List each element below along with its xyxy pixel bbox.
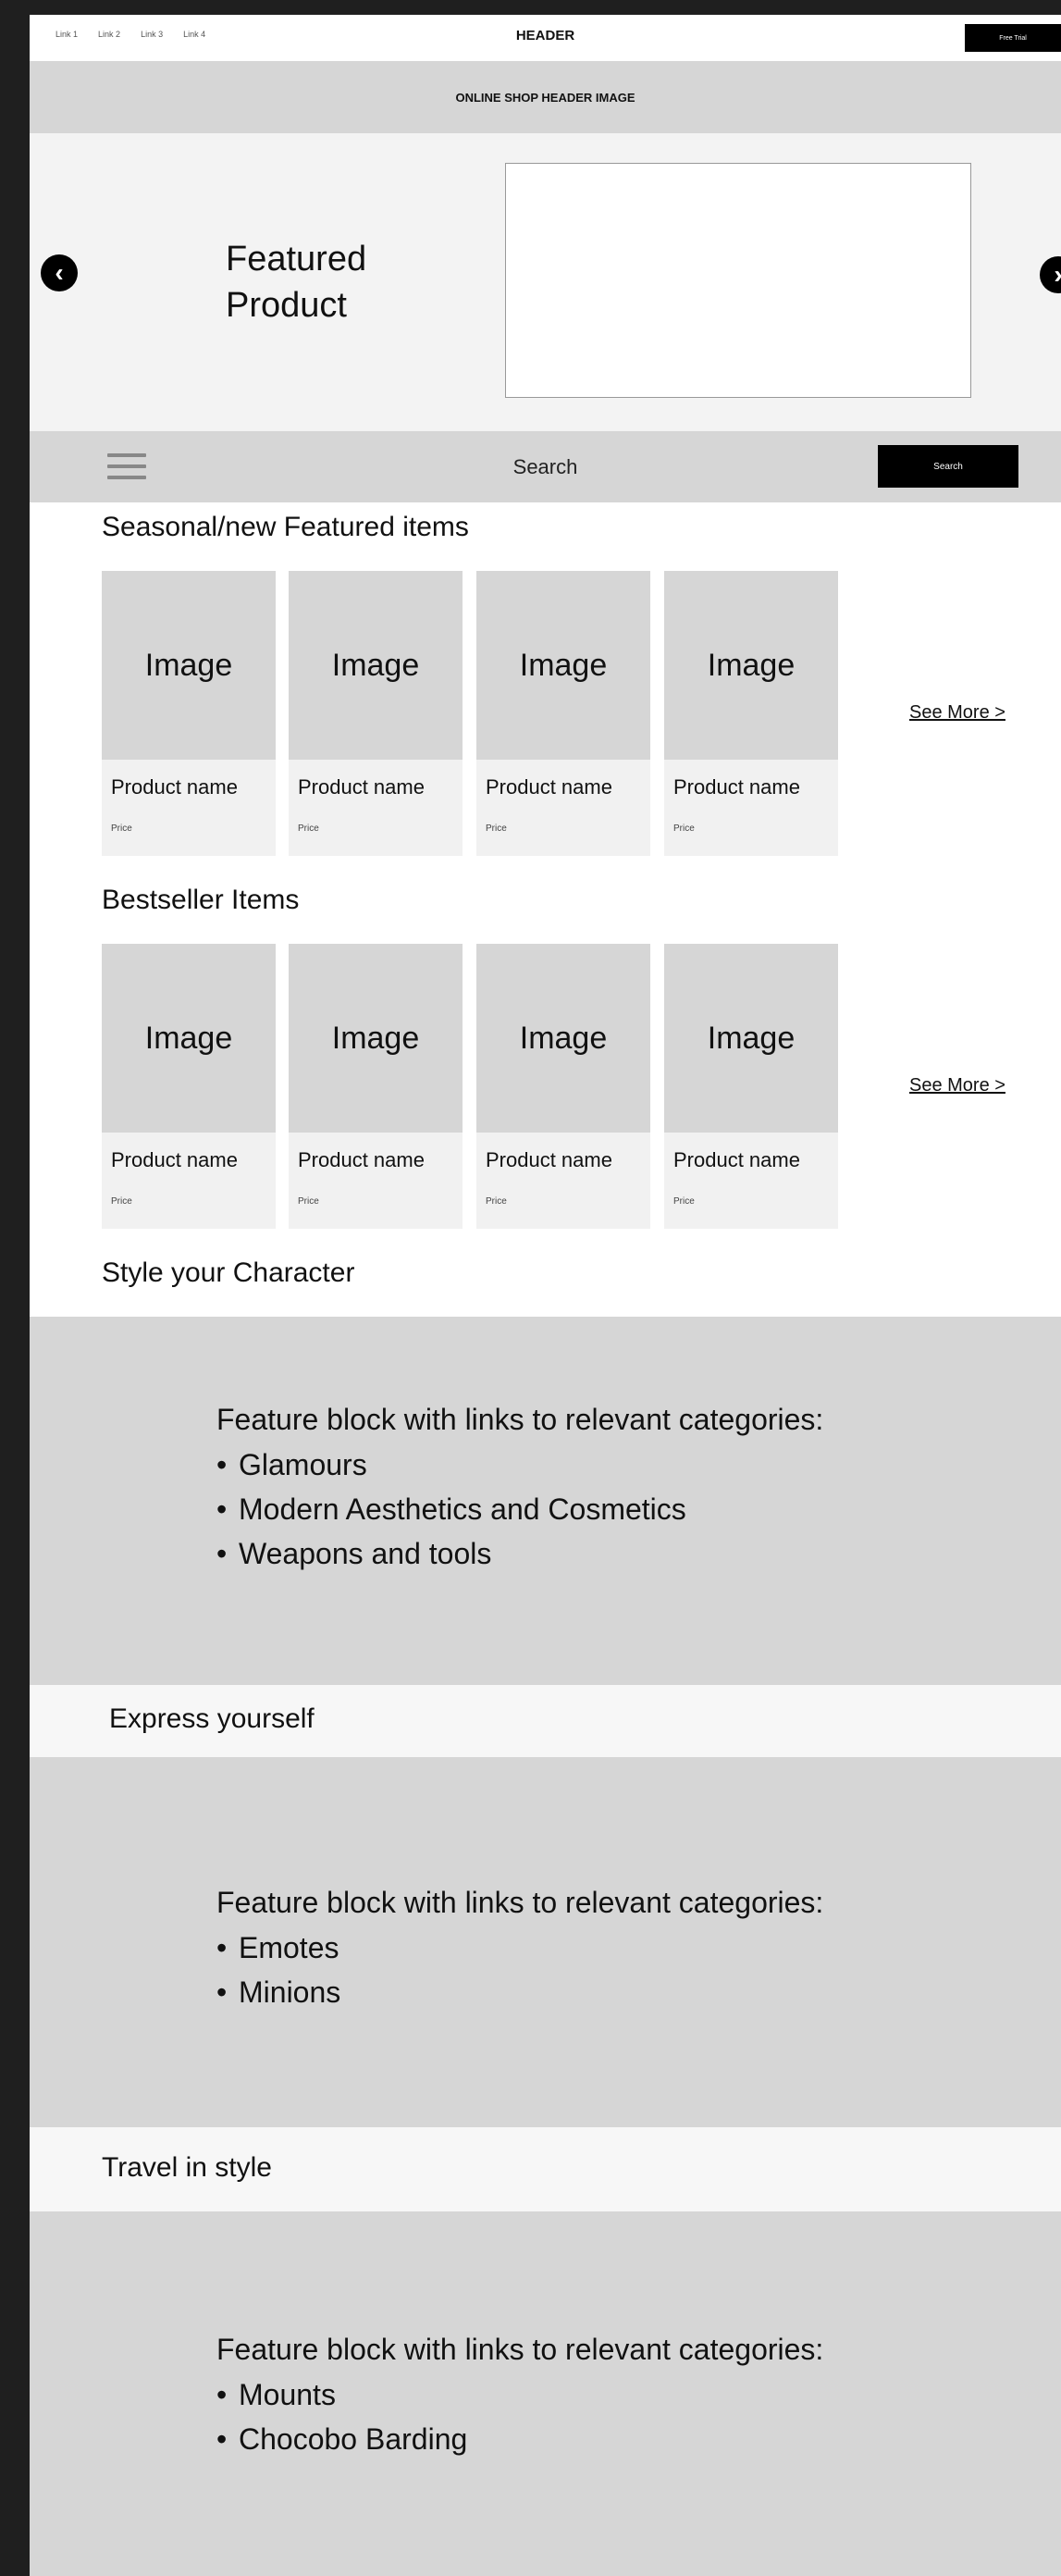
product-name: Product name <box>673 1148 800 1171</box>
category-link-minions[interactable]: Minions <box>216 1970 823 2014</box>
search-button[interactable]: Search <box>878 445 1018 488</box>
category-link-weapons[interactable]: Weapons and tools <box>216 1531 823 1576</box>
feature-block-intro: Feature block with links to relevant cat… <box>216 1886 824 1919</box>
product-name: Product name <box>486 775 612 799</box>
express-yourself-title: Express yourself <box>109 1703 315 1734</box>
feature-block-intro: Feature block with links to relevant cat… <box>216 2333 824 2366</box>
bestseller-section-title: Bestseller Items <box>102 885 300 915</box>
feature-block-intro: Feature block with links to relevant cat… <box>216 1403 824 1436</box>
product-card[interactable]: Image Product name Price <box>476 571 650 856</box>
header-title: HEADER <box>515 28 575 43</box>
chevron-right-icon[interactable]: › <box>1040 256 1061 293</box>
product-name: Product name <box>298 1148 425 1171</box>
shop-page: Link 1 Link 2 Link 3 Link 4 HEADER Free … <box>30 15 1061 2576</box>
product-price: Price <box>298 824 319 834</box>
product-image: Image <box>102 944 276 1133</box>
top-action-button[interactable]: Free Trial <box>965 24 1061 52</box>
product-image: Image <box>664 571 838 760</box>
category-link-glamours[interactable]: Glamours <box>216 1443 823 1487</box>
product-card[interactable]: Image Product name Price <box>289 944 463 1229</box>
product-name: Product name <box>111 1148 238 1171</box>
top-header-bar: Link 1 Link 2 Link 3 Link 4 HEADER Free … <box>30 15 1061 61</box>
product-card[interactable]: Image Product name Price <box>102 571 276 856</box>
travel-style-title: Travel in style <box>102 2152 272 2183</box>
feature-block-content: Feature block with links to relevant cat… <box>216 1396 823 1576</box>
express-yourself-feature-block[interactable]: Feature block with links to relevant cat… <box>30 1757 1061 2127</box>
product-price: Price <box>486 1196 507 1207</box>
product-name: Product name <box>673 775 800 799</box>
product-image: Image <box>476 571 650 760</box>
product-image: Image <box>102 571 276 760</box>
product-card[interactable]: Image Product name Price <box>289 571 463 856</box>
seasonal-see-more-link[interactable]: See More > <box>909 702 1005 724</box>
header-image-banner: ONLINE SHOP HEADER IMAGE <box>30 61 1061 133</box>
featured-product-title: Featured Product <box>226 236 392 328</box>
product-name: Product name <box>486 1148 612 1171</box>
product-card[interactable]: Image Product name Price <box>476 944 650 1229</box>
product-card[interactable]: Image Product name Price <box>102 944 276 1229</box>
category-link-emotes[interactable]: Emotes <box>216 1926 823 1970</box>
category-link-mounts[interactable]: Mounts <box>216 2372 823 2417</box>
category-link-chocobo-barding[interactable]: Chocobo Barding <box>216 2417 823 2461</box>
featured-product-image[interactable] <box>505 163 971 398</box>
product-name: Product name <box>298 775 425 799</box>
product-name: Product name <box>111 775 238 799</box>
feature-block-content: Feature block with links to relevant cat… <box>216 1879 823 2014</box>
style-character-title: Style your Character <box>102 1257 355 1288</box>
product-image: Image <box>476 944 650 1133</box>
featured-product-title-text: Featured Product <box>226 240 367 325</box>
bestseller-see-more-link[interactable]: See More > <box>909 1075 1005 1096</box>
style-character-feature-block[interactable]: Feature block with links to relevant cat… <box>30 1317 1061 1685</box>
product-price: Price <box>673 824 695 834</box>
category-link-list: Mounts Chocobo Barding <box>216 2372 823 2461</box>
product-price: Price <box>111 1196 132 1207</box>
category-link-list: Glamours Modern Aesthetics and Cosmetics… <box>216 1443 823 1576</box>
featured-product-carousel: ‹ Featured Product › <box>30 133 1061 431</box>
product-card[interactable]: Image Product name Price <box>664 571 838 856</box>
product-card[interactable]: Image Product name Price <box>664 944 838 1229</box>
product-price: Price <box>111 824 132 834</box>
search-bar: Search Search <box>30 431 1061 502</box>
product-image: Image <box>289 944 463 1133</box>
product-image: Image <box>289 571 463 760</box>
product-price: Price <box>298 1196 319 1207</box>
seasonal-section-title: Seasonal/new Featured items <box>102 512 469 542</box>
category-link-aesthetics[interactable]: Modern Aesthetics and Cosmetics <box>216 1487 823 1531</box>
category-link-list: Emotes Minions <box>216 1926 823 2014</box>
chevron-left-icon[interactable]: ‹ <box>41 254 78 291</box>
travel-style-feature-block[interactable]: Feature block with links to relevant cat… <box>30 2211 1061 2576</box>
travel-style-band: Travel in style <box>30 2127 1061 2211</box>
express-yourself-band: Express yourself <box>30 1685 1061 1757</box>
product-image: Image <box>664 944 838 1133</box>
product-price: Price <box>673 1196 695 1207</box>
product-price: Price <box>486 824 507 834</box>
header-image-label: ONLINE SHOP HEADER IMAGE <box>455 90 635 105</box>
feature-block-content: Feature block with links to relevant cat… <box>216 2326 823 2461</box>
